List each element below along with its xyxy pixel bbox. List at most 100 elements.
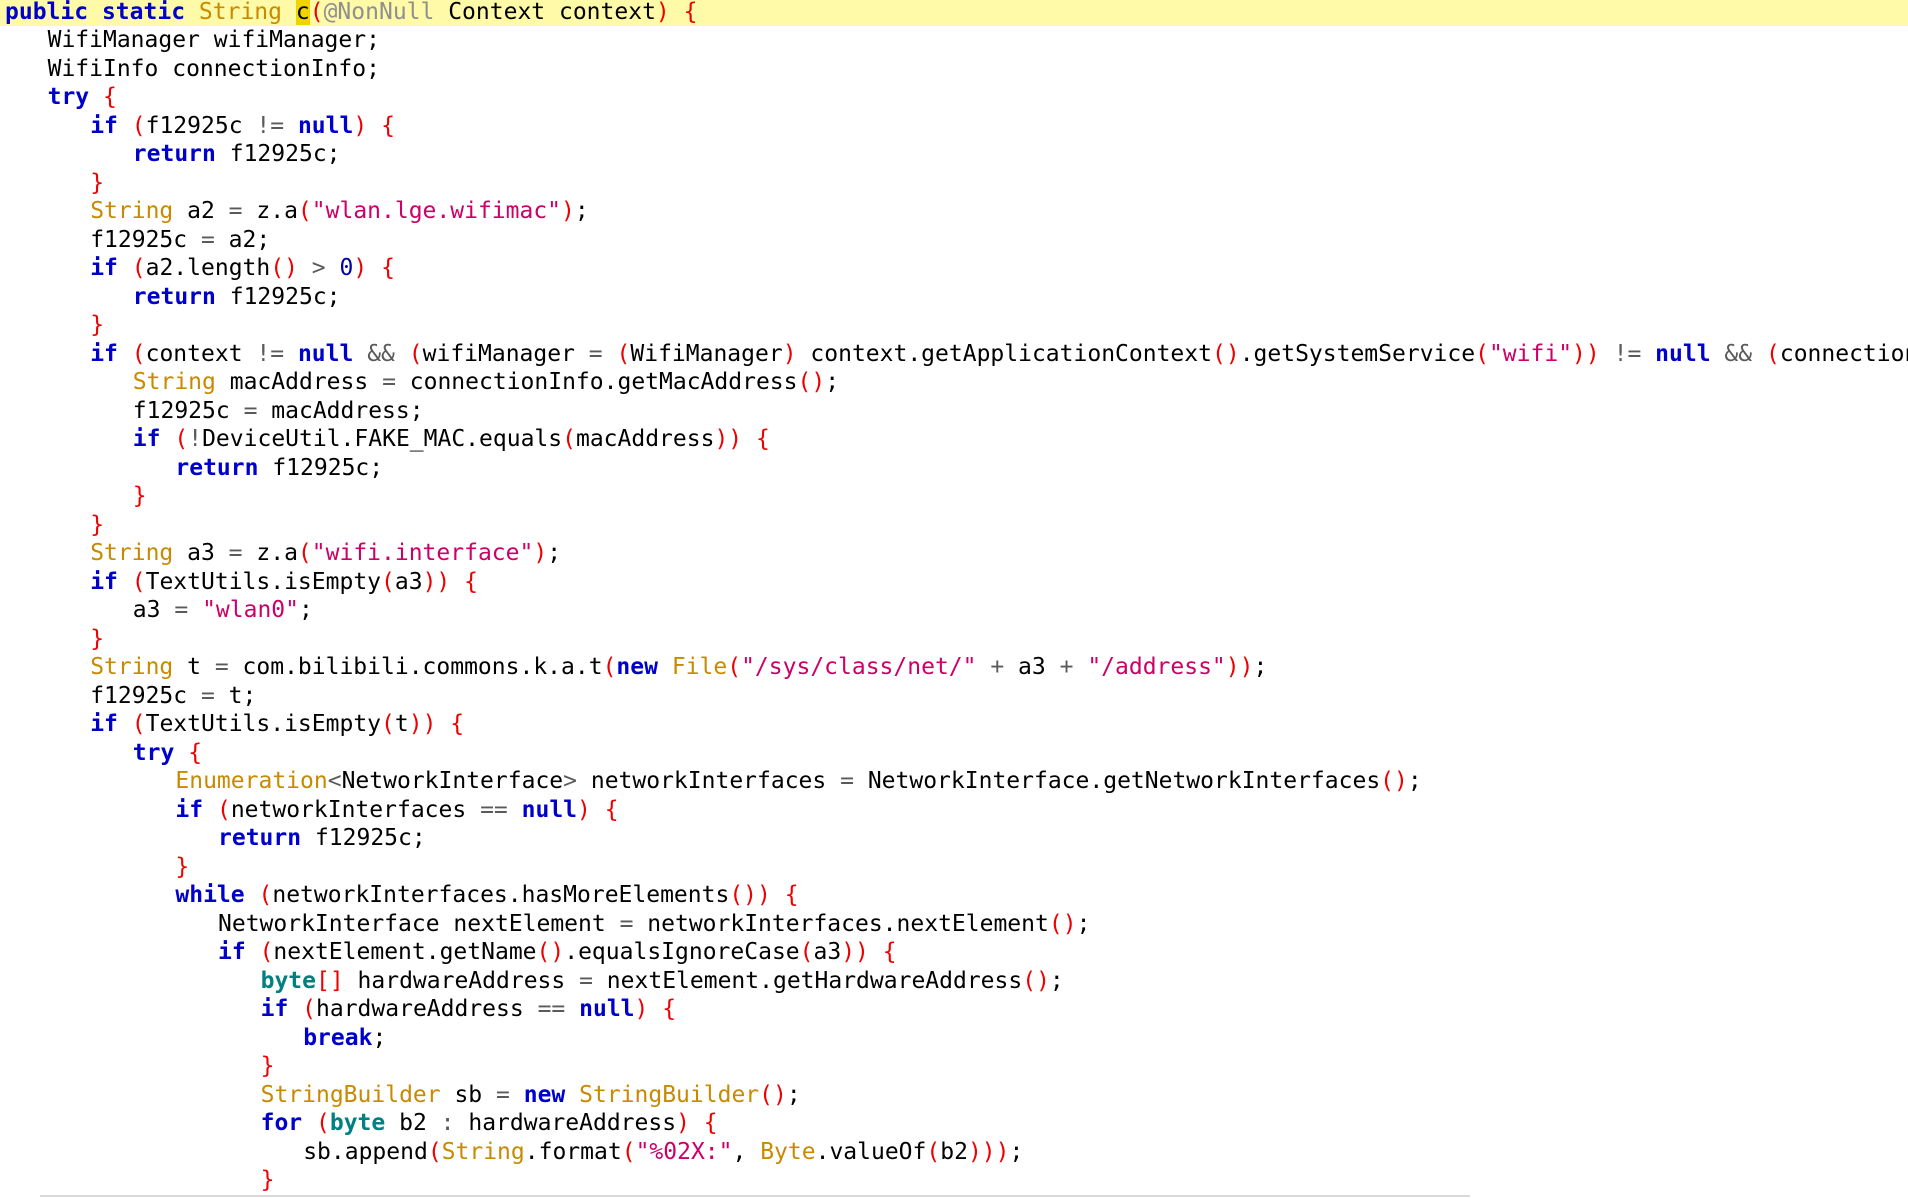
code-line[interactable]: if (TextUtils.isEmpty(a3)) { <box>0 568 1908 597</box>
code-line[interactable]: if (networkInterfaces == null) { <box>0 796 1908 825</box>
code-token: ( <box>131 711 146 737</box>
code-token: networkInterfaces <box>577 768 841 794</box>
code-token: = <box>840 768 854 794</box>
code-line[interactable]: if (f12925c != null) { <box>0 112 1908 141</box>
code-token: while <box>175 882 245 908</box>
code-token: { <box>683 0 698 25</box>
code-token: ( <box>621 1138 636 1165</box>
code-token: f12925c; <box>215 141 341 167</box>
code-line[interactable]: f12925c = a2; <box>0 226 1908 255</box>
code-line[interactable]: StringBuilder sb = new StringBuilder(); <box>0 1081 1908 1110</box>
code-line[interactable]: WifiInfo connectionInfo; <box>0 55 1908 84</box>
code-token: WifiManager <box>630 340 783 367</box>
code-line-content: String a2 = z.a("wlan.lge.wifimac"); <box>90 197 589 226</box>
code-token: wifiManager <box>422 340 589 367</box>
code-line[interactable]: String a2 = z.a("wlan.lge.wifimac"); <box>0 197 1908 226</box>
code-token: ( <box>727 654 742 680</box>
code-line[interactable]: while (networkInterfaces.hasMoreElements… <box>0 881 1908 910</box>
code-line[interactable]: if (nextElement.getName().equalsIgnoreCa… <box>0 938 1908 967</box>
code-token: sb <box>440 1081 496 1108</box>
code-line[interactable]: } <box>0 853 1908 882</box>
code-line[interactable]: } <box>0 482 1908 511</box>
code-token: ) <box>561 198 575 224</box>
code-token: == <box>537 996 566 1022</box>
code-line-content: if (a2.length() > 0) { <box>90 254 395 283</box>
code-token: () <box>1022 967 1050 994</box>
code-token: new <box>616 654 658 680</box>
code-line[interactable]: return f12925c; <box>0 283 1908 312</box>
code-token: } <box>90 169 105 196</box>
code-line[interactable]: } <box>0 169 1908 198</box>
code-line[interactable]: String macAddress = connectionInfo.getMa… <box>0 368 1908 397</box>
code-token: TextUtils.isEmpty <box>145 711 382 737</box>
code-token: t <box>394 711 409 737</box>
code-token: ( <box>302 996 317 1022</box>
code-line[interactable]: public static String c(@NonNull Context … <box>0 0 1908 26</box>
code-token: if <box>260 996 289 1022</box>
code-line[interactable]: f12925c = macAddress; <box>0 397 1908 426</box>
code-line[interactable]: if (a2.length() > 0) { <box>0 254 1908 283</box>
code-token: ! <box>188 426 203 452</box>
code-token: b2 <box>940 1138 968 1165</box>
code-line[interactable]: NetworkInterface nextElement = networkIn… <box>0 910 1908 939</box>
code-line-content: f12925c = t; <box>90 682 256 711</box>
code-line-content: sb.append(String.format("%02X:", Byte.va… <box>303 1138 1023 1167</box>
code-line[interactable]: break; <box>0 1024 1908 1053</box>
code-line[interactable]: WifiManager wifiManager; <box>0 26 1908 55</box>
code-line[interactable]: if (context != null && (wifiManager = (W… <box>0 340 1908 369</box>
code-line[interactable]: Enumeration<NetworkInterface> networkInt… <box>0 767 1908 796</box>
code-token: != <box>256 340 285 367</box>
code-line[interactable]: } <box>0 1052 1908 1081</box>
code-token: ( <box>259 939 274 965</box>
code-line[interactable]: if (hardwareAddress == null) { <box>0 995 1908 1024</box>
code-line[interactable]: if (TextUtils.isEmpty(t)) { <box>0 710 1908 739</box>
code-editor[interactable]: public static String c(@NonNull Context … <box>0 0 1908 1198</box>
code-line-content: if (context != null && (wifiManager = (W… <box>90 340 1908 369</box>
code-line[interactable]: a3 = "wlan0"; <box>0 596 1908 625</box>
code-token: () <box>270 255 298 281</box>
code-line[interactable]: sb.append(String.format("%02X:", Byte.va… <box>0 1138 1908 1167</box>
code-line[interactable]: } <box>0 311 1908 340</box>
code-line[interactable]: byte[] hardwareAddress = nextElement.get… <box>0 967 1908 996</box>
code-token: { <box>188 739 203 766</box>
code-token: , <box>732 1138 761 1165</box>
code-line[interactable]: try { <box>0 83 1908 112</box>
code-token: t <box>173 654 215 680</box>
code-token: a3 <box>173 540 229 566</box>
code-line-content: if (nextElement.getName().equalsIgnoreCa… <box>218 938 897 967</box>
code-line-content: try { <box>48 83 117 112</box>
code-token: ( <box>381 711 395 737</box>
code-token: )) <box>422 568 451 595</box>
code-line[interactable]: return f12925c; <box>0 140 1908 169</box>
code-token: "wlan.lge.wifimac" <box>311 198 562 224</box>
code-line-content: } <box>90 625 104 654</box>
code-token: a2 <box>173 198 229 224</box>
code-line[interactable]: for (byte b2 : hardwareAddress) { <box>0 1109 1908 1138</box>
code-token: ; <box>825 369 840 395</box>
code-line[interactable]: String t = com.bilibili.commons.k.a.t(ne… <box>0 653 1908 682</box>
code-line-content: while (networkInterfaces.hasMoreElements… <box>175 881 798 910</box>
code-line[interactable]: } <box>0 1166 1908 1195</box>
code-token: ( <box>562 426 576 452</box>
code-line[interactable]: if (!DeviceUtil.FAKE_MAC.equals(macAddre… <box>0 425 1908 454</box>
code-line[interactable]: } <box>0 511 1908 540</box>
code-line[interactable]: return f12925c; <box>0 454 1908 483</box>
code-line[interactable]: f12925c = t; <box>0 682 1908 711</box>
editor-bottom-divider <box>40 1195 1470 1197</box>
code-token: () <box>1048 910 1077 937</box>
code-line[interactable]: } <box>0 625 1908 654</box>
code-token: if <box>90 568 118 595</box>
code-token: != <box>256 112 285 139</box>
code-line[interactable]: try { <box>0 739 1908 768</box>
code-line[interactable]: return f12925c; <box>0 824 1908 853</box>
code-line[interactable]: String a3 = z.a("wifi.interface"); <box>0 539 1908 568</box>
code-token: StringBuilder <box>579 1081 760 1108</box>
code-line-content: f12925c = macAddress; <box>133 397 424 426</box>
